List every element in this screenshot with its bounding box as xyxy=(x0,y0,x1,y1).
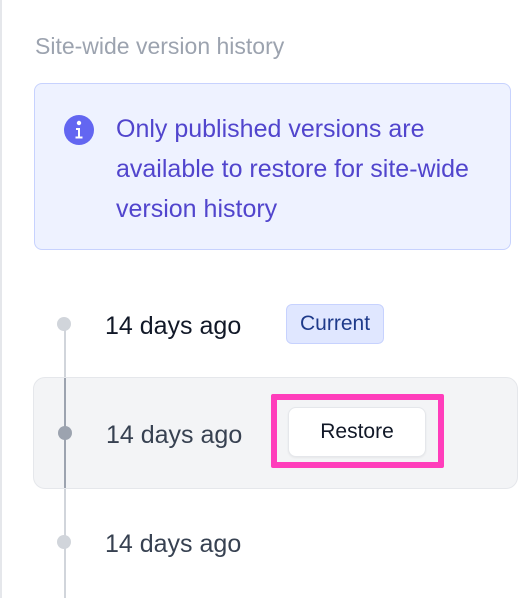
timeline-dot xyxy=(57,535,71,549)
version-item[interactable]: 14 days ago xyxy=(33,487,518,599)
version-item-selected[interactable]: 14 days ago Restore xyxy=(33,377,518,489)
restore-button[interactable]: Restore xyxy=(288,407,426,457)
timeline-dot xyxy=(57,317,71,331)
current-badge: Current xyxy=(286,304,385,344)
version-time: 14 days ago xyxy=(105,312,242,340)
panel-heading: Site-wide version history xyxy=(35,33,285,59)
version-item[interactable]: 14 days ago Current xyxy=(33,270,518,382)
info-callout: Only published versions are available to… xyxy=(34,83,511,250)
version-time: 14 days ago xyxy=(106,421,243,449)
info-circle-icon xyxy=(64,115,94,145)
panel-divider xyxy=(0,0,2,598)
version-time: 14 days ago xyxy=(105,530,242,558)
info-message: Only published versions are available to… xyxy=(116,115,469,223)
timeline-dot xyxy=(58,426,72,440)
